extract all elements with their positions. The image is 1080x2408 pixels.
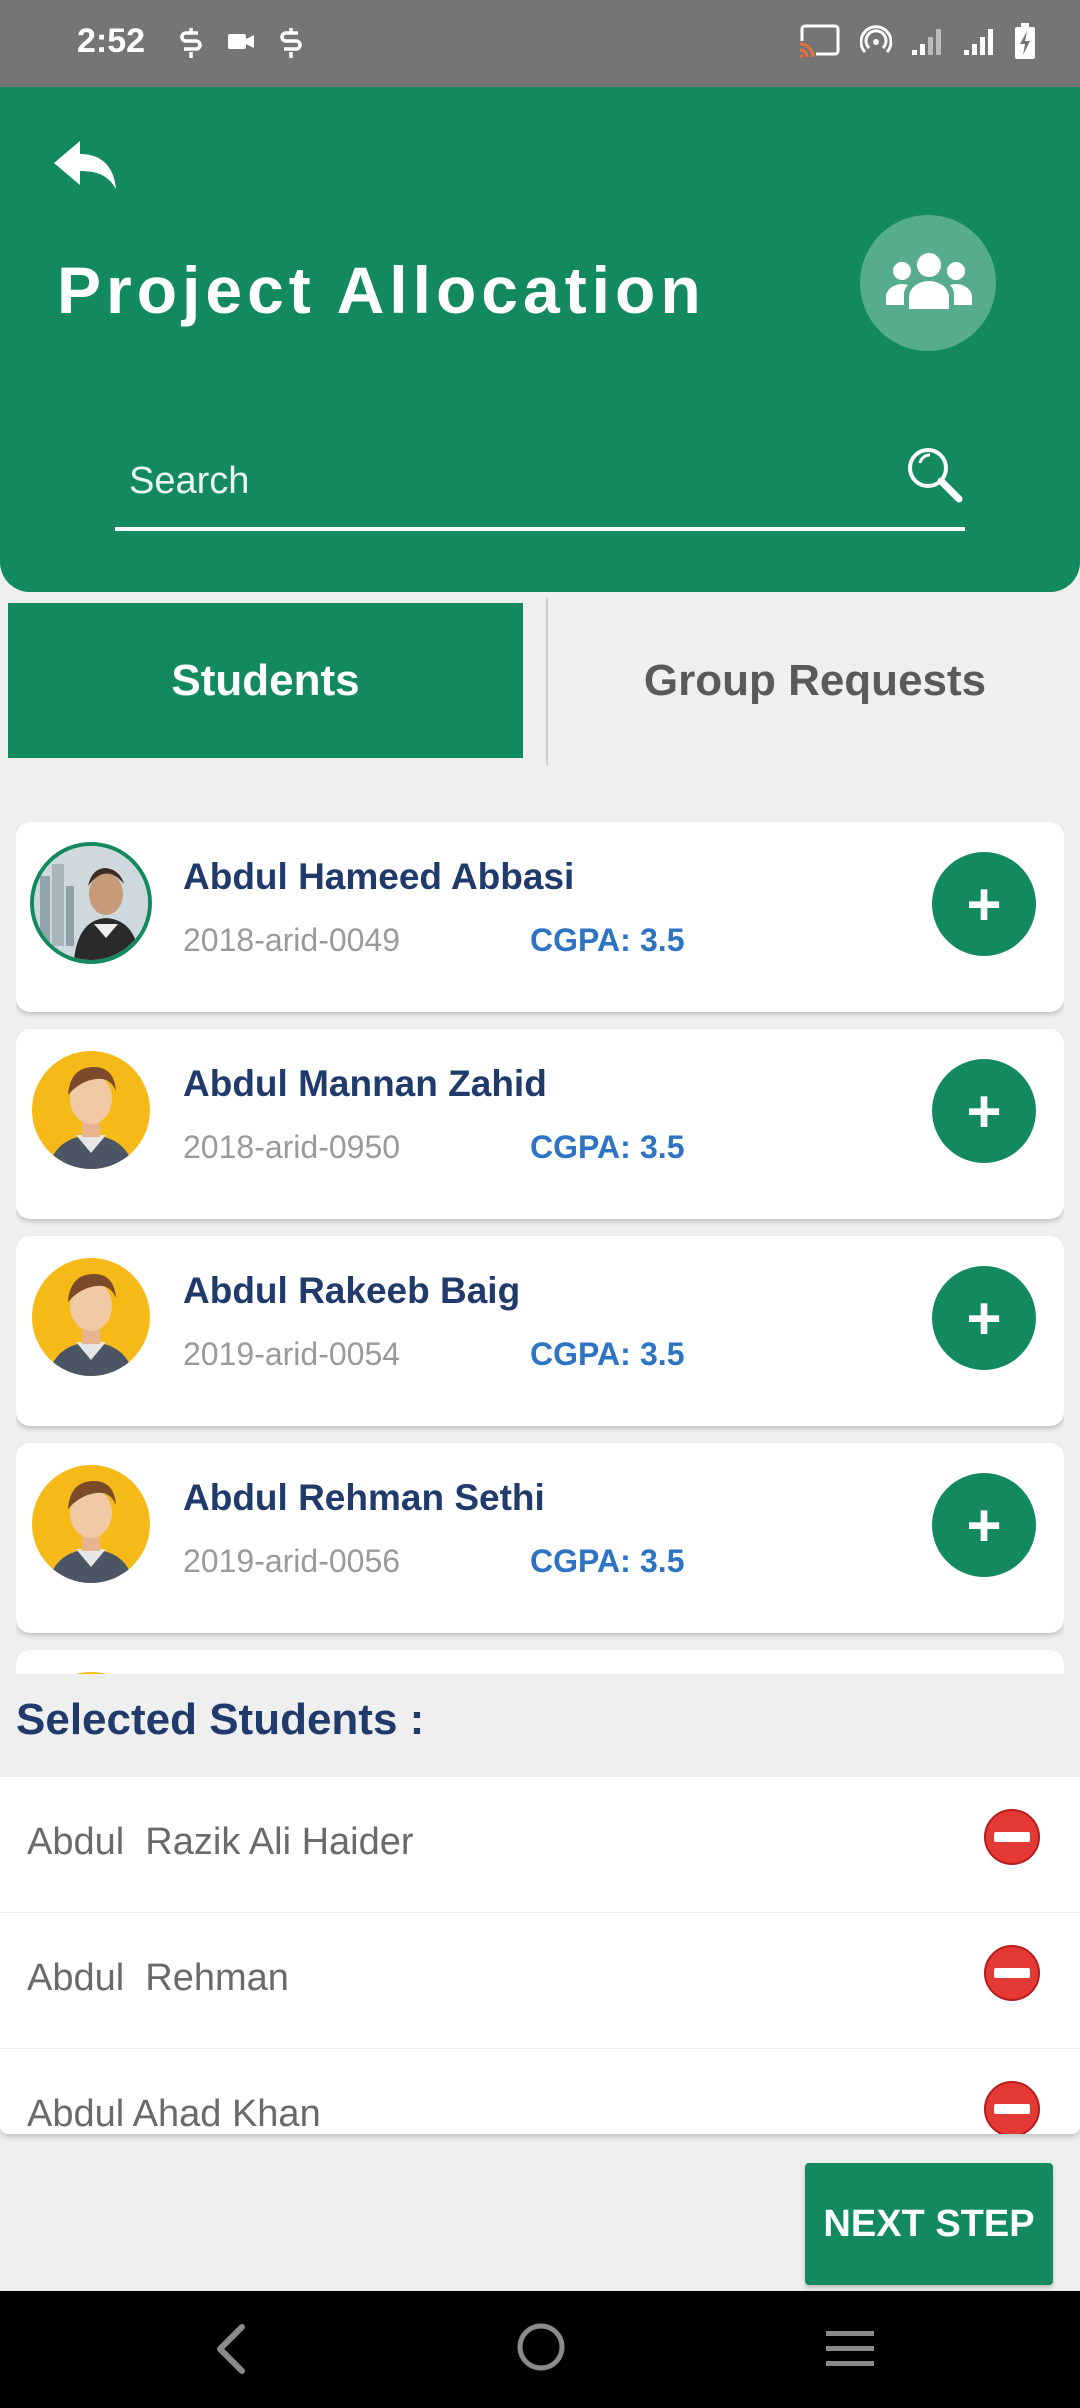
student-card: Abdul Mannan Zahid 2018-arid-0950 CGPA: … (16, 1029, 1064, 1219)
add-student-button[interactable]: + (932, 1473, 1036, 1577)
cast-icon (798, 24, 840, 59)
plus-icon: + (966, 870, 1002, 938)
signal-icon-2 (964, 29, 993, 55)
cgpa-label: CGPA: (530, 1129, 631, 1165)
student-card: Abdul Hameed Abbasi 2018-arid-0049 CGPA:… (16, 822, 1064, 1012)
video-camera-icon (228, 34, 254, 49)
student-name: Abdul Rehman Sethi (183, 1477, 545, 1518)
student-name: Abdul Mannan Zahid (183, 1063, 547, 1104)
nav-home-icon[interactable] (515, 2321, 567, 2373)
avatar (30, 842, 152, 964)
selected-student-name: Abdul Ahad Khan (27, 2093, 321, 2134)
signal-icon-1 (912, 29, 941, 55)
s-app-icon-2 (280, 28, 302, 58)
student-id: 2019-arid-0054 (183, 1336, 401, 1372)
tab-students[interactable]: Students (8, 603, 523, 758)
nav-back-icon[interactable] (210, 2321, 250, 2377)
search-field (115, 437, 965, 531)
group-button[interactable] (860, 215, 996, 351)
selected-students-list[interactable]: Abdul Razik Ali Haider Abdul Rehman Abdu… (0, 1776, 1080, 2134)
status-bar: 2:52 (0, 0, 1080, 87)
remove-icon[interactable] (982, 1807, 1042, 1867)
cgpa-value: 3.5 (640, 1336, 685, 1372)
add-student-button[interactable]: + (932, 1059, 1036, 1163)
search-input[interactable] (127, 455, 891, 507)
tab-divider (546, 597, 548, 765)
cgpa-value: 3.5 (640, 922, 685, 958)
selected-student-name: Abdul Razik Ali Haider (27, 1821, 414, 1863)
default-avatar-icon (75, 1672, 107, 1674)
student-card: Abdul Rehman Sethi 2019-arid-0056 CGPA: … (16, 1443, 1064, 1633)
status-time: 2:52 (77, 22, 146, 60)
cgpa-label: CGPA: (530, 1336, 631, 1372)
student-card: Abdul Rakeeb Baig 2019-arid-0054 CGPA: 3… (16, 1236, 1064, 1426)
plus-icon: + (966, 1491, 1002, 1559)
selected-student-item: Abdul Razik Ali Haider (0, 1776, 1080, 1910)
back-arrow-icon[interactable] (50, 137, 120, 197)
system-nav-bar (0, 2291, 1080, 2408)
group-icon (886, 253, 972, 309)
student-name: Abdul Rakeeb Baig (183, 1270, 521, 1311)
add-student-button[interactable]: + (932, 852, 1036, 956)
nav-recents-icon[interactable] (824, 2327, 876, 2371)
student-id: 2018-arid-0049 (183, 922, 401, 958)
search-icon[interactable] (903, 443, 965, 505)
cgpa-value: 3.5 (640, 1543, 685, 1579)
selected-students-title: Selected Students : (16, 1695, 425, 1744)
student-id: 2018-arid-0950 (183, 1129, 401, 1165)
page-title: Project Allocation (57, 253, 706, 327)
status-system-icons (798, 22, 1036, 60)
tab-group-requests[interactable]: Group Requests (550, 603, 1080, 758)
header: Project Allocation (0, 87, 1080, 592)
selected-student-item: Abdul Rehman (0, 1912, 1080, 2046)
battery-charging-icon (1015, 23, 1035, 59)
default-avatar-icon (32, 1465, 150, 1583)
selected-student-name: Abdul Rehman (27, 1957, 289, 1999)
remove-icon[interactable] (982, 1943, 1042, 2003)
cgpa-value: 3.5 (640, 1129, 685, 1165)
status-notification-icons (178, 26, 304, 60)
cgpa-label: CGPA: (530, 1543, 631, 1579)
s-app-icon (180, 28, 202, 58)
student-name: Abdul Hameed Abbasi (183, 856, 575, 897)
student-card-partial (16, 1650, 1064, 1674)
remove-icon[interactable] (982, 2079, 1042, 2134)
student-photo-icon (34, 846, 148, 960)
plus-icon: + (966, 1077, 1002, 1145)
default-avatar-icon (32, 1258, 150, 1376)
selected-student-item: Abdul Ahad Khan (0, 2048, 1080, 2134)
default-avatar-icon (32, 1051, 150, 1169)
student-id: 2019-arid-0056 (183, 1543, 401, 1579)
cgpa-label: CGPA: (530, 922, 631, 958)
student-list[interactable]: Abdul Hameed Abbasi 2018-arid-0049 CGPA:… (16, 822, 1064, 1674)
next-step-button[interactable]: NEXT STEP (805, 2163, 1053, 2285)
plus-icon: + (966, 1284, 1002, 1352)
hotspot-icon (860, 25, 892, 54)
add-student-button[interactable]: + (932, 1266, 1036, 1370)
